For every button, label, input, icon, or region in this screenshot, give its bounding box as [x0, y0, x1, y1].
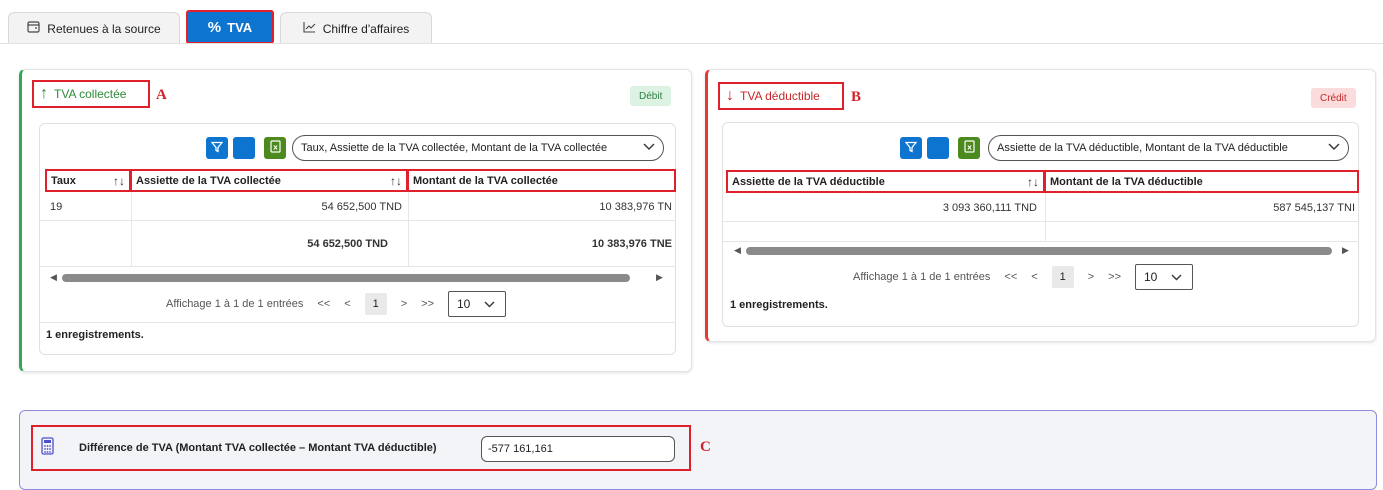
tab-retenues[interactable]: Retenues à la source: [8, 12, 180, 44]
tva-deductible-panel: ↓ TVA déductible B Crédit x Assiette de …: [705, 69, 1376, 342]
header-assiette[interactable]: Assiette de la TVA déductible ↑↓: [726, 170, 1045, 193]
divider: [40, 220, 676, 221]
difference-field[interactable]: -577 161,161: [481, 436, 675, 462]
credit-badge: Crédit: [1311, 88, 1356, 108]
arrow-up-icon: ↑: [40, 85, 48, 102]
cell-assiette: 3 093 360,111 TND: [942, 202, 1037, 214]
next-page-button[interactable]: >: [1088, 271, 1094, 283]
columns-button[interactable]: [233, 137, 255, 159]
header-montant[interactable]: Montant de la TVA déductible: [1044, 170, 1359, 193]
first-page-button[interactable]: <<: [317, 298, 330, 310]
last-page-button[interactable]: >>: [1108, 271, 1121, 283]
difference-box: Différence de TVA (Montant TVA collectée…: [31, 425, 691, 471]
divider: [723, 221, 1359, 222]
cell-montant: 10 383,976 TN: [599, 201, 672, 213]
tva-collectee-table: x Taux, Assiette de la TVA collectée, Mo…: [39, 123, 676, 355]
header-assiette[interactable]: Assiette de la TVA collectée ↑↓: [130, 169, 408, 192]
marker-c: C: [700, 439, 711, 455]
prev-page-button[interactable]: <: [1031, 271, 1037, 283]
sort-icon[interactable]: ↑↓: [113, 174, 125, 188]
scroll-left-icon[interactable]: ◀: [50, 272, 57, 283]
last-page-button[interactable]: >>: [421, 298, 434, 310]
chevron-down-icon: [643, 142, 655, 154]
tva-deductible-table: x Assiette de la TVA déductible, Montant…: [722, 122, 1359, 327]
first-page-button[interactable]: <<: [1004, 271, 1017, 283]
pagination: Affichage 1 à 1 de 1 entrées << < 1 > >>…: [853, 264, 1193, 290]
excel-icon: x: [269, 140, 281, 156]
column-selector[interactable]: Taux, Assiette de la TVA collectée, Mont…: [292, 135, 664, 161]
page-1-button[interactable]: 1: [364, 293, 387, 315]
filter-icon: [210, 141, 224, 156]
tab-label: TVA: [227, 19, 253, 35]
columns-button[interactable]: [927, 137, 949, 159]
tab-label: Retenues à la source: [47, 21, 161, 36]
total-assiette: 54 652,500 TND: [307, 238, 388, 250]
debit-badge: Débit: [630, 86, 672, 106]
receipt-icon: [27, 21, 40, 36]
records-count: 1 enregistrements.: [46, 329, 144, 341]
calculator-icon: [41, 437, 54, 458]
horizontal-scrollbar[interactable]: [746, 247, 1332, 255]
filter-icon: [904, 141, 918, 156]
export-excel-button[interactable]: x: [264, 137, 286, 159]
pagination-summary: Affichage 1 à 1 de 1 entrées: [166, 298, 304, 310]
difference-panel: Différence de TVA (Montant TVA collectée…: [19, 410, 1377, 490]
sort-icon[interactable]: ↑↓: [390, 174, 402, 188]
cell-montant: 587 545,137 TNI: [1273, 202, 1355, 214]
tab-divider: [0, 43, 1383, 44]
svg-text:x: x: [273, 144, 278, 152]
page-1-button[interactable]: 1: [1051, 266, 1074, 288]
tva-deductible-title: ↓ TVA déductible: [718, 82, 844, 110]
chevron-down-icon: [1171, 270, 1182, 284]
total-montant: 10 383,976 TNE: [591, 238, 672, 250]
header-taux[interactable]: Taux ↑↓: [45, 169, 131, 192]
chevron-down-icon: [484, 297, 495, 311]
pagination-summary: Affichage 1 à 1 de 1 entrées: [853, 271, 991, 283]
scroll-right-icon[interactable]: ▶: [1342, 245, 1349, 256]
marker-b: B: [851, 89, 862, 105]
divider: [1045, 193, 1046, 241]
export-excel-button[interactable]: x: [958, 137, 980, 159]
divider: [40, 266, 676, 267]
tab-tva[interactable]: % TVA: [186, 10, 274, 44]
sort-icon[interactable]: ↑↓: [1027, 175, 1039, 189]
header-montant[interactable]: Montant de la TVA collectée: [407, 169, 676, 192]
records-count: 1 enregistrements.: [730, 299, 828, 311]
prev-page-button[interactable]: <: [344, 298, 350, 310]
filter-button[interactable]: [900, 137, 922, 159]
horizontal-scrollbar[interactable]: [62, 274, 630, 282]
cell-taux: 19: [50, 201, 63, 213]
next-page-button[interactable]: >: [401, 298, 407, 310]
scroll-right-icon[interactable]: ▶: [656, 272, 663, 283]
arrow-down-icon: ↓: [726, 87, 734, 104]
chevron-down-icon: [1328, 142, 1340, 154]
svg-text:x: x: [967, 144, 972, 152]
tva-collectee-panel: ↑ TVA collectée A Débit x Taux, Assiette…: [19, 69, 692, 372]
scroll-left-icon[interactable]: ◀: [734, 245, 741, 256]
tva-collectee-title: ↑ TVA collectée: [32, 80, 150, 108]
divider: [723, 241, 1359, 242]
percent-icon: %: [207, 18, 222, 36]
chart-line-icon: [303, 21, 316, 36]
excel-icon: x: [963, 140, 975, 156]
column-selector[interactable]: Assiette de la TVA déductible, Montant d…: [988, 135, 1349, 161]
tab-chiffre-affaires[interactable]: Chiffre d'affaires: [280, 12, 432, 44]
marker-a: A: [156, 87, 167, 103]
page-size-select[interactable]: 10: [448, 291, 506, 317]
tab-label: Chiffre d'affaires: [322, 21, 410, 36]
cell-assiette: 54 652,500 TND: [321, 201, 402, 213]
page-size-select[interactable]: 10: [1135, 264, 1193, 290]
pagination: Affichage 1 à 1 de 1 entrées << < 1 > >>…: [166, 291, 506, 317]
filter-button[interactable]: [206, 137, 228, 159]
divider: [40, 322, 676, 323]
difference-label: Différence de TVA (Montant TVA collectée…: [79, 442, 437, 454]
